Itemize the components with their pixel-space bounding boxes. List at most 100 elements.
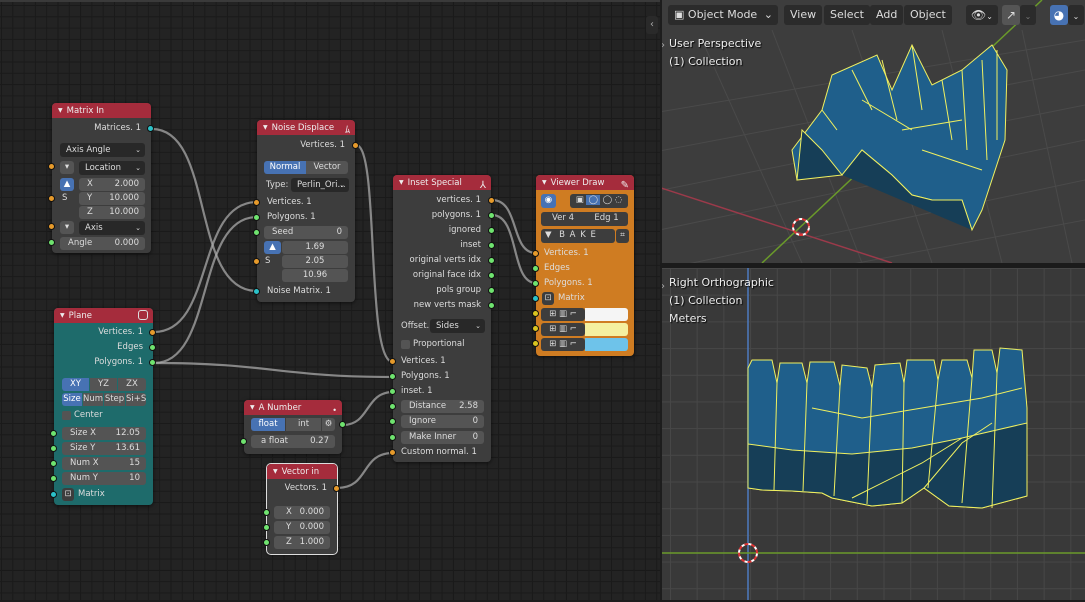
x-field[interactable]: X 0.000 [274,506,330,519]
input-socket-matrix[interactable] [532,295,539,302]
gizmo-toggle[interactable]: ↗ [1002,5,1020,25]
noise-type-dropdown[interactable]: Perlin_Ori... ⌄ [291,178,349,192]
input-socket-scale[interactable] [48,195,55,202]
collapse-icon[interactable]: ▼ [263,124,268,131]
input-socket-x[interactable] [263,509,270,516]
output-socket[interactable] [147,125,154,132]
vector-mode-button[interactable]: Vector [306,161,348,174]
output-socket[interactable] [488,197,495,204]
y-field[interactable]: Y 10.000 [79,192,145,205]
input-socket-location[interactable] [48,163,55,170]
input-socket-edge-color[interactable] [532,325,539,332]
input-socket-vertex-color[interactable] [532,310,539,317]
node-header[interactable]: ▼ Noise Displace ﾑ [257,120,355,136]
z-field[interactable]: Z 10.000 [79,206,145,219]
size-y-field[interactable]: Size Y 13.61 [62,442,146,455]
plane-node[interactable]: ▼ Plane Vertices. 1 Edges Polygons. 1 XY … [50,308,156,505]
output-socket[interactable] [149,344,156,351]
float-mode-button[interactable]: float [251,418,285,431]
scale-toggle[interactable]: ▲ [264,241,281,254]
collapse-icon[interactable]: ▼ [273,468,278,475]
visibility-toggle[interactable]: ◉ [541,194,556,208]
output-socket[interactable] [488,272,495,279]
output-socket[interactable] [488,257,495,264]
menu-object[interactable]: Object [904,5,952,25]
output-socket[interactable] [149,359,156,366]
bounding-box-button[interactable]: ⌗ [616,229,629,243]
edge-color-options[interactable]: ⊞ ▥ ⌐ [541,323,585,336]
normal-mode-button[interactable]: Normal [264,161,306,174]
noise-displace-node[interactable]: ▼ Noise Displace ﾑ Vertices. 1 Normal Vect… [253,120,359,302]
node-header[interactable]: ▼ Plane [54,308,153,323]
edge-size-field[interactable]: Edg 1 [585,212,628,226]
output-socket[interactable] [149,329,156,336]
z-field[interactable]: Z 1.000 [274,536,330,549]
output-socket[interactable] [488,212,495,219]
plane-zx-button[interactable]: ZX [118,378,146,391]
node-header[interactable]: ▼ Vector in [267,464,337,479]
ignore-field[interactable]: Ignore 0 [401,415,484,428]
num-x-field[interactable]: Num X 15 [62,457,146,470]
display-mode-group[interactable]: ▣ ◯ ◯ ◌ [570,194,628,208]
center-checkbox[interactable] [62,411,71,420]
plane-xy-button[interactable]: XY [62,378,89,391]
overlay-dropdown[interactable]: ⌄ [1068,5,1084,25]
input-socket-ignore[interactable] [389,418,396,425]
input-socket-face-color[interactable] [532,340,539,347]
y-field[interactable]: Y 0.000 [274,521,330,534]
axis-toggle[interactable]: ▾ [60,221,74,234]
edge-icon[interactable]: ◯ [603,195,613,205]
vertex-color-swatch[interactable] [585,308,628,321]
settings-button[interactable]: ⚙ [322,418,335,431]
mode-size-button[interactable]: Size [62,393,82,406]
bake-button[interactable]: ▼ B A K E [541,229,615,243]
num-y-field[interactable]: Num Y 10 [62,472,146,485]
make-inner-field[interactable]: Make Inner 0 [401,431,484,444]
mode-dropdown[interactable]: ▣ Object Mode ⌄ [668,5,778,25]
output-socket[interactable] [352,142,359,149]
face-icon[interactable]: ◌ [615,195,622,205]
scale-z-field[interactable]: 10.96 [282,269,348,282]
node-header[interactable]: ▼ Inset Special ⅄ [393,175,491,191]
visibility-dropdown[interactable]: 👁⌄ [966,5,998,25]
scale-x-field[interactable]: 1.69 [282,241,348,254]
vertex-icon[interactable]: ◯ [586,195,600,205]
x-field[interactable]: X 2.000 [79,178,145,191]
axis-dropdown[interactable]: Axis ⌄ [79,221,145,235]
collapse-icon[interactable]: ▼ [60,312,65,319]
mode-dropdown[interactable]: Axis Angle ⌄ [60,143,145,157]
node-header[interactable]: ▼ A Number • [244,400,342,415]
int-mode-button[interactable]: int [286,418,321,431]
input-socket-make-inner[interactable] [389,434,396,441]
menu-select[interactable]: Select [824,5,870,25]
location-toggle[interactable]: ▾ [60,161,74,174]
size-x-field[interactable]: Size X 12.05 [62,427,146,440]
collapse-icon[interactable]: ▼ [250,404,255,411]
input-socket-num-y[interactable] [50,475,57,482]
toolbar-toggle[interactable]: › [662,37,668,55]
overlay-toggle[interactable]: ◕ [1050,5,1068,25]
mode-size-step-button[interactable]: Si+S [126,393,146,406]
mode-num-button[interactable]: Num [83,393,103,406]
proportional-checkbox[interactable] [401,340,410,349]
a-number-node[interactable]: ▼ A Number • float int ⚙ a float 0.27 [240,400,346,454]
offset-dropdown[interactable]: Sides ⌄ [430,319,485,333]
input-socket-z[interactable] [263,539,270,546]
inset-special-node[interactable]: ▼ Inset Special ⅄ vertices. 1 polygons. 1 … [389,175,495,462]
scale-toggle[interactable]: ▲ [60,178,74,191]
vector-in-node[interactable]: ▼ Vector in Vectors. 1 X 0.000 Y 0.000 Z 1.0… [263,463,340,555]
output-socket[interactable] [339,421,346,428]
output-socket[interactable] [333,485,340,492]
input-socket-num-x[interactable] [50,460,57,467]
node-header[interactable]: ▼ Matrix In [52,103,151,118]
output-socket[interactable] [488,227,495,234]
distance-field[interactable]: Distance 2.58 [401,400,484,413]
menu-add[interactable]: Add [870,5,904,25]
mode-step-button[interactable]: Step [104,393,125,406]
viewer-draw-node[interactable]: ▼ Viewer Draw ✎ ◉ ▣ ◯ ◯ ◌ Ver 4 Edg 1 ▼ B A… [532,175,634,356]
location-dropdown[interactable]: Location ⌄ [79,161,145,175]
menu-view[interactable]: View [784,5,823,25]
input-socket-size-x[interactable] [50,430,57,437]
node-header[interactable]: ▼ Viewer Draw ✎ [536,175,634,191]
output-socket[interactable] [488,287,495,294]
